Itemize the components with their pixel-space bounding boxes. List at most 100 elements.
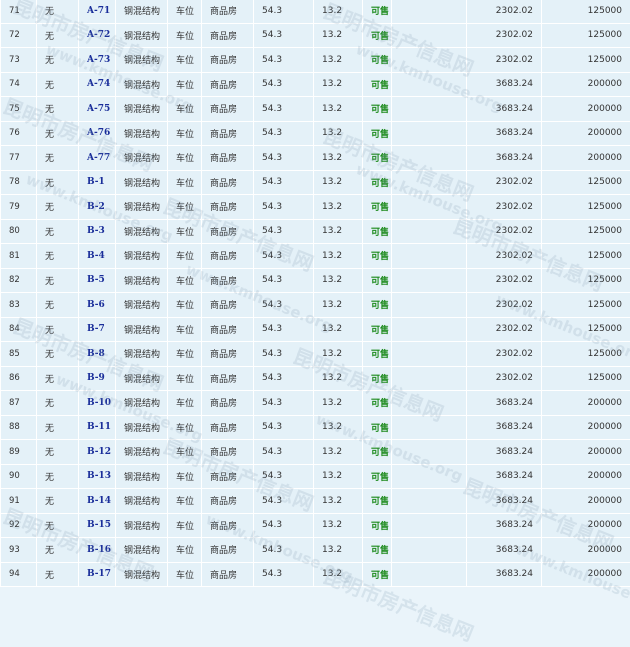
floor-cell: 无 bbox=[37, 293, 79, 318]
property-table: 71无A-71钢混结构车位商品房54.313.2可售2302.021250007… bbox=[0, 0, 630, 587]
table-row: 93无B-16钢混结构车位商品房54.313.2可售3683.24200000 bbox=[1, 538, 630, 563]
blank-cell bbox=[392, 146, 467, 171]
row-number-cell: 71 bbox=[1, 0, 37, 23]
unit-price-cell: 3683.24 bbox=[467, 121, 542, 146]
building-area-cell: 54.3 bbox=[254, 219, 314, 244]
blank-cell bbox=[392, 440, 467, 465]
usage-cell: 车位 bbox=[168, 464, 202, 489]
sale-status-cell: 可售 bbox=[363, 121, 392, 146]
unit-price-cell: 2302.02 bbox=[467, 23, 542, 48]
row-number-cell: 90 bbox=[1, 464, 37, 489]
room-number-cell: B-3 bbox=[79, 219, 116, 244]
building-area-cell: 54.3 bbox=[254, 317, 314, 342]
table-row: 77无A-77钢混结构车位商品房54.313.2可售3683.24200000 bbox=[1, 146, 630, 171]
table-row: 75无A-75钢混结构车位商品房54.313.2可售3683.24200000 bbox=[1, 97, 630, 122]
total-price-cell: 125000 bbox=[542, 342, 630, 367]
building-area-cell: 54.3 bbox=[254, 366, 314, 391]
usage-cell: 车位 bbox=[168, 562, 202, 587]
structure-cell: 钢混结构 bbox=[116, 440, 168, 465]
unit-price-cell: 2302.02 bbox=[467, 170, 542, 195]
floor-cell: 无 bbox=[37, 72, 79, 97]
room-number-cell: B-11 bbox=[79, 415, 116, 440]
property-type-cell: 商品房 bbox=[202, 48, 254, 73]
property-type-cell: 商品房 bbox=[202, 146, 254, 171]
structure-cell: 钢混结构 bbox=[116, 538, 168, 563]
total-price-cell: 200000 bbox=[542, 464, 630, 489]
room-number-cell: A-71 bbox=[79, 0, 116, 23]
sale-status-cell: 可售 bbox=[363, 195, 392, 220]
total-price-cell: 125000 bbox=[542, 195, 630, 220]
structure-cell: 钢混结构 bbox=[116, 489, 168, 514]
table-row: 84无B-7钢混结构车位商品房54.313.2可售2302.02125000 bbox=[1, 317, 630, 342]
sale-status-cell: 可售 bbox=[363, 440, 392, 465]
floor-cell: 无 bbox=[37, 562, 79, 587]
floor-cell: 无 bbox=[37, 489, 79, 514]
inner-area-cell: 13.2 bbox=[314, 464, 363, 489]
unit-price-cell: 2302.02 bbox=[467, 268, 542, 293]
unit-price-cell: 2302.02 bbox=[467, 48, 542, 73]
floor-cell: 无 bbox=[37, 464, 79, 489]
structure-cell: 钢混结构 bbox=[116, 146, 168, 171]
inner-area-cell: 13.2 bbox=[314, 146, 363, 171]
unit-price-cell: 2302.02 bbox=[467, 293, 542, 318]
unit-price-cell: 3683.24 bbox=[467, 391, 542, 416]
usage-cell: 车位 bbox=[168, 48, 202, 73]
usage-cell: 车位 bbox=[168, 317, 202, 342]
table-row: 79无B-2钢混结构车位商品房54.313.2可售2302.02125000 bbox=[1, 195, 630, 220]
total-price-cell: 200000 bbox=[542, 489, 630, 514]
table-row: 90无B-13钢混结构车位商品房54.313.2可售3683.24200000 bbox=[1, 464, 630, 489]
room-number-cell: B-13 bbox=[79, 464, 116, 489]
blank-cell bbox=[392, 538, 467, 563]
usage-cell: 车位 bbox=[168, 244, 202, 269]
total-price-cell: 125000 bbox=[542, 170, 630, 195]
total-price-cell: 125000 bbox=[542, 366, 630, 391]
property-type-cell: 商品房 bbox=[202, 244, 254, 269]
usage-cell: 车位 bbox=[168, 72, 202, 97]
unit-price-cell: 2302.02 bbox=[467, 0, 542, 23]
total-price-cell: 200000 bbox=[542, 72, 630, 97]
sale-status-cell: 可售 bbox=[363, 342, 392, 367]
blank-cell bbox=[392, 72, 467, 97]
row-number-cell: 80 bbox=[1, 219, 37, 244]
property-type-cell: 商品房 bbox=[202, 366, 254, 391]
property-type-cell: 商品房 bbox=[202, 464, 254, 489]
structure-cell: 钢混结构 bbox=[116, 0, 168, 23]
sale-status-cell: 可售 bbox=[363, 464, 392, 489]
property-type-cell: 商品房 bbox=[202, 562, 254, 587]
building-area-cell: 54.3 bbox=[254, 244, 314, 269]
inner-area-cell: 13.2 bbox=[314, 268, 363, 293]
inner-area-cell: 13.2 bbox=[314, 170, 363, 195]
building-area-cell: 54.3 bbox=[254, 170, 314, 195]
floor-cell: 无 bbox=[37, 513, 79, 538]
property-type-cell: 商品房 bbox=[202, 0, 254, 23]
inner-area-cell: 13.2 bbox=[314, 72, 363, 97]
total-price-cell: 125000 bbox=[542, 244, 630, 269]
blank-cell bbox=[392, 219, 467, 244]
usage-cell: 车位 bbox=[168, 195, 202, 220]
blank-cell bbox=[392, 293, 467, 318]
blank-cell bbox=[392, 391, 467, 416]
unit-price-cell: 3683.24 bbox=[467, 72, 542, 97]
building-area-cell: 54.3 bbox=[254, 538, 314, 563]
inner-area-cell: 13.2 bbox=[314, 366, 363, 391]
total-price-cell: 200000 bbox=[542, 440, 630, 465]
floor-cell: 无 bbox=[37, 538, 79, 563]
table-row: 91无B-14钢混结构车位商品房54.313.2可售3683.24200000 bbox=[1, 489, 630, 514]
floor-cell: 无 bbox=[37, 23, 79, 48]
total-price-cell: 200000 bbox=[542, 391, 630, 416]
blank-cell bbox=[392, 489, 467, 514]
unit-price-cell: 3683.24 bbox=[467, 489, 542, 514]
unit-price-cell: 2302.02 bbox=[467, 219, 542, 244]
row-number-cell: 85 bbox=[1, 342, 37, 367]
room-number-cell: B-16 bbox=[79, 538, 116, 563]
property-type-cell: 商品房 bbox=[202, 391, 254, 416]
table-row: 72无A-72钢混结构车位商品房54.313.2可售2302.02125000 bbox=[1, 23, 630, 48]
property-type-cell: 商品房 bbox=[202, 170, 254, 195]
usage-cell: 车位 bbox=[168, 146, 202, 171]
floor-cell: 无 bbox=[37, 366, 79, 391]
table-row: 94无B-17钢混结构车位商品房54.313.2可售3683.24200000 bbox=[1, 562, 630, 587]
building-area-cell: 54.3 bbox=[254, 562, 314, 587]
table-row: 89无B-12钢混结构车位商品房54.313.2可售3683.24200000 bbox=[1, 440, 630, 465]
structure-cell: 钢混结构 bbox=[116, 268, 168, 293]
inner-area-cell: 13.2 bbox=[314, 391, 363, 416]
